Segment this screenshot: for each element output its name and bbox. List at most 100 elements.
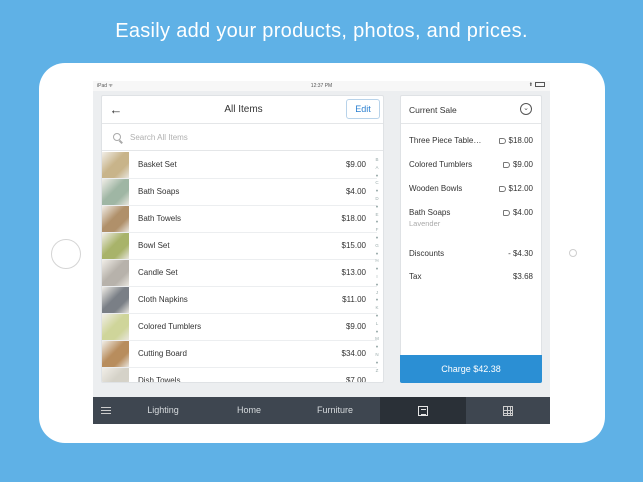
item-thumbnail [102, 206, 129, 232]
alphabet-index-letter[interactable]: Z [371, 367, 383, 375]
item-thumbnail [102, 314, 129, 340]
item-price: $18.00 [341, 214, 366, 223]
alphabet-index-letter[interactable]: C [371, 179, 383, 187]
alphabet-index-letter[interactable]: ● [371, 328, 383, 336]
sale-item-price: $12.00 [508, 184, 533, 193]
items-panel-header: ← All Items Edit [102, 96, 383, 124]
tab-lighting[interactable]: Lighting [130, 397, 196, 424]
item-row[interactable]: Basket Set $9.00 [102, 152, 377, 179]
tab-furniture[interactable]: Furniture [302, 397, 368, 424]
search-icon [113, 133, 121, 141]
status-bar: iPad ᯤ 12:37 PM ⬆ [93, 81, 550, 91]
item-name: Bath Soaps [138, 187, 180, 196]
item-name: Bath Towels [138, 214, 181, 223]
item-name: Candle Set [138, 268, 178, 277]
tax-amount: $3.68 [512, 272, 533, 281]
tag-icon [502, 209, 510, 216]
item-name: Bowl Set [138, 241, 170, 250]
sale-item-amount: $9.00 [502, 160, 533, 169]
current-sale-panel: Current Sale ⌄ Three Piece Table… $18.00 C… [400, 95, 542, 383]
sale-item-price: $9.00 [512, 160, 533, 169]
item-row[interactable]: Bath Soaps $4.00 [102, 179, 377, 206]
alphabet-index-letter[interactable]: ● [371, 312, 383, 320]
status-time: 12:37 PM [310, 83, 333, 89]
item-thumbnail [102, 179, 129, 205]
alphabet-index-letter[interactable]: ● [371, 296, 383, 304]
alphabet-index-letter[interactable]: G [371, 242, 383, 250]
alphabet-index-letter[interactable]: ● [371, 203, 383, 211]
alphabet-index-letter[interactable]: F [371, 226, 383, 234]
headline: Easily add your products, photos, and pr… [115, 20, 528, 42]
alphabet-index[interactable]: B A ● C ● D ● E ● F ● G ● H ● I ● J ● K ● L ● M ● N ● Z [371, 156, 383, 374]
alphabet-index-letter[interactable]: E [371, 211, 383, 219]
alphabet-index-letter[interactable]: ● [371, 218, 383, 226]
alphabet-index-letter[interactable]: ● [371, 172, 383, 180]
current-sale-header: Current Sale ⌄ [401, 96, 541, 124]
item-thumbnail [102, 233, 129, 259]
item-price: $13.00 [341, 268, 366, 277]
chevron-down-icon[interactable]: ⌄ [520, 103, 532, 115]
item-row[interactable]: Cutting Board $34.00 [102, 341, 377, 368]
front-camera [569, 249, 577, 257]
current-sale-title: Current Sale [409, 105, 457, 115]
tag-icon [498, 185, 506, 192]
item-row[interactable]: Candle Set $13.00 [102, 260, 377, 287]
item-thumbnail [102, 152, 129, 178]
item-thumbnail [102, 368, 129, 382]
item-price: $11.00 [342, 295, 366, 304]
item-price: $9.00 [345, 160, 366, 169]
sale-item-label: Colored Tumblers [409, 160, 473, 169]
list-icon [418, 405, 428, 416]
alphabet-index-letter[interactable]: B [371, 156, 383, 164]
alphabet-index-letter[interactable]: A [371, 164, 383, 172]
alphabet-index-letter[interactable]: L [371, 320, 383, 328]
edit-button[interactable]: Edit [346, 99, 380, 119]
alphabet-index-letter[interactable]: K [371, 304, 383, 312]
menu-icon[interactable] [101, 407, 111, 414]
alphabet-index-letter[interactable]: ● [371, 234, 383, 242]
alphabet-index-letter[interactable]: ● [371, 359, 383, 367]
item-row[interactable]: Dish Towels $7.00 [102, 368, 377, 383]
tab-home[interactable]: Home [216, 397, 282, 424]
sale-item-variant: Lavender [409, 219, 441, 228]
alphabet-index-letter[interactable]: ● [371, 250, 383, 258]
sale-item-amount: $18.00 [498, 136, 533, 145]
tax-label: Tax [409, 272, 422, 281]
alphabet-index-letter[interactable]: ● [371, 187, 383, 195]
discounts-amount: - $4.30 [508, 249, 533, 258]
battery-icon: ⬆ [529, 82, 545, 88]
alphabet-index-letter[interactable]: I [371, 273, 383, 281]
item-thumbnail [102, 287, 129, 313]
item-row[interactable]: Colored Tumblers $9.00 [102, 314, 377, 341]
sale-item-price: $18.00 [508, 136, 533, 145]
location-icon: ⬆ [528, 82, 533, 88]
search-input[interactable] [130, 129, 360, 145]
alphabet-index-letter[interactable]: D [371, 195, 383, 203]
item-name: Cloth Napkins [138, 295, 188, 304]
list-view-button[interactable] [380, 397, 466, 424]
items-panel-title: All Items [224, 104, 263, 115]
alphabet-index-letter[interactable]: ● [371, 265, 383, 273]
alphabet-index-letter[interactable]: ● [371, 343, 383, 351]
item-name: Dish Towels [138, 376, 181, 383]
sale-item-label: Three Piece Table… [409, 136, 482, 145]
item-price: $7.00 [345, 376, 366, 383]
item-row[interactable]: Bowl Set $15.00 [102, 233, 377, 260]
grid-view-button[interactable] [466, 397, 550, 424]
home-button[interactable] [51, 239, 81, 269]
alphabet-index-letter[interactable]: N [371, 351, 383, 359]
item-row[interactable]: Bath Towels $18.00 [102, 206, 377, 233]
alphabet-index-letter[interactable]: H [371, 257, 383, 265]
item-name: Colored Tumblers [138, 322, 202, 331]
alphabet-index-letter[interactable]: ● [371, 281, 383, 289]
item-thumbnail [102, 341, 129, 367]
item-price: $9.00 [345, 322, 366, 331]
item-name: Basket Set [138, 160, 177, 169]
item-row[interactable]: Cloth Napkins $11.00 [102, 287, 377, 314]
item-name: Cutting Board [138, 349, 187, 358]
charge-button[interactable]: Charge $42.38 [400, 355, 542, 383]
alphabet-index-letter[interactable]: J [371, 289, 383, 297]
sale-item-amount: $4.00 [502, 208, 533, 217]
alphabet-index-letter[interactable]: M [371, 335, 383, 343]
sale-item-amount: $12.00 [498, 184, 533, 193]
